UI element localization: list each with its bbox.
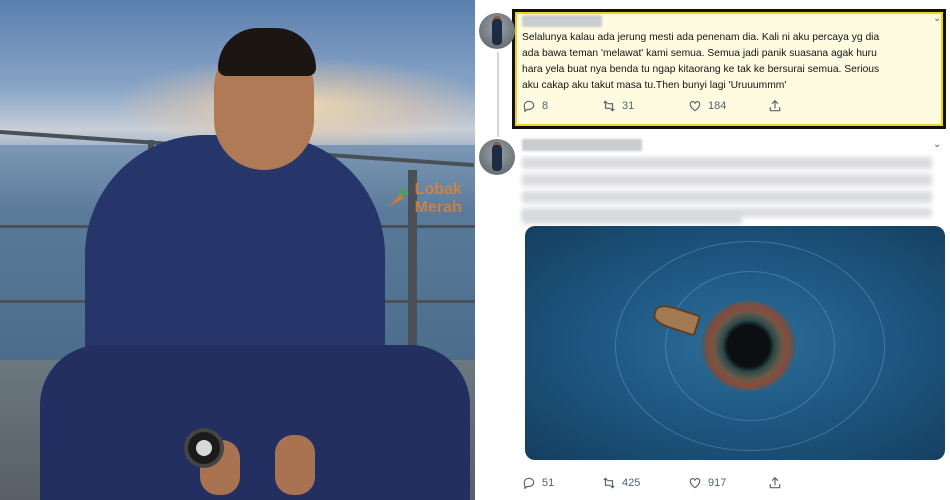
author-name-redacted	[522, 15, 602, 27]
chevron-down-icon[interactable]: ⌄	[933, 139, 941, 150]
tweet-actions: 8 31 184	[522, 99, 782, 113]
person-hand	[275, 435, 315, 495]
chevron-down-icon[interactable]: ⌄	[933, 13, 941, 24]
heart-icon	[689, 101, 701, 112]
share-icon	[769, 476, 781, 489]
twitter-thread: ⌄ Selalunya kalau ada jerung mesti ada p…	[475, 0, 950, 500]
retweet-button[interactable]: 425	[602, 476, 688, 490]
share-button[interactable]	[768, 99, 782, 113]
reply-button[interactable]: 51	[522, 476, 602, 490]
like-button[interactable]: 917	[688, 476, 768, 490]
tweet-text: Selalunya kalau ada jerung mesti ada pen…	[522, 32, 880, 91]
like-count: 917	[708, 477, 727, 489]
retweet-icon	[603, 477, 615, 489]
wristwatch	[184, 428, 224, 468]
share-icon	[769, 99, 781, 112]
tweet-text-redacted	[522, 157, 932, 217]
retweet-icon	[603, 100, 615, 112]
reply-count: 51	[542, 477, 555, 489]
heart-icon	[689, 478, 701, 489]
reply-button[interactable]: 8	[522, 99, 602, 113]
avatar[interactable]	[479, 13, 515, 49]
reply-icon	[523, 477, 535, 490]
reply-count: 8	[542, 100, 549, 112]
person-hair	[218, 28, 316, 76]
person-coverall	[85, 135, 385, 375]
carrot-icon	[388, 187, 409, 208]
retweet-count: 425	[622, 477, 641, 489]
watermark: Lobak Merah	[385, 180, 475, 218]
share-button[interactable]	[768, 476, 782, 490]
tweet-media-image[interactable]	[525, 226, 945, 460]
watermark-text: Lobak Merah	[414, 181, 462, 216]
avatar[interactable]	[479, 139, 515, 175]
thread-line	[497, 52, 499, 137]
retweet-count: 31	[622, 100, 635, 112]
tweet-text-redacted	[522, 212, 742, 224]
person-legs	[40, 345, 470, 500]
author-name-redacted	[522, 139, 642, 151]
photo-sailor-on-ship-deck: Lobak Merah	[0, 0, 475, 500]
like-button[interactable]: 184	[688, 99, 768, 113]
like-count: 184	[708, 100, 727, 112]
reply-icon	[523, 100, 535, 113]
tweet-1[interactable]: ⌄ Selalunya kalau ada jerung mesti ada p…	[475, 0, 950, 137]
tweet-actions: 51 425 917	[522, 476, 782, 490]
retweet-button[interactable]: 31	[602, 99, 688, 113]
whale-eye	[701, 301, 796, 391]
